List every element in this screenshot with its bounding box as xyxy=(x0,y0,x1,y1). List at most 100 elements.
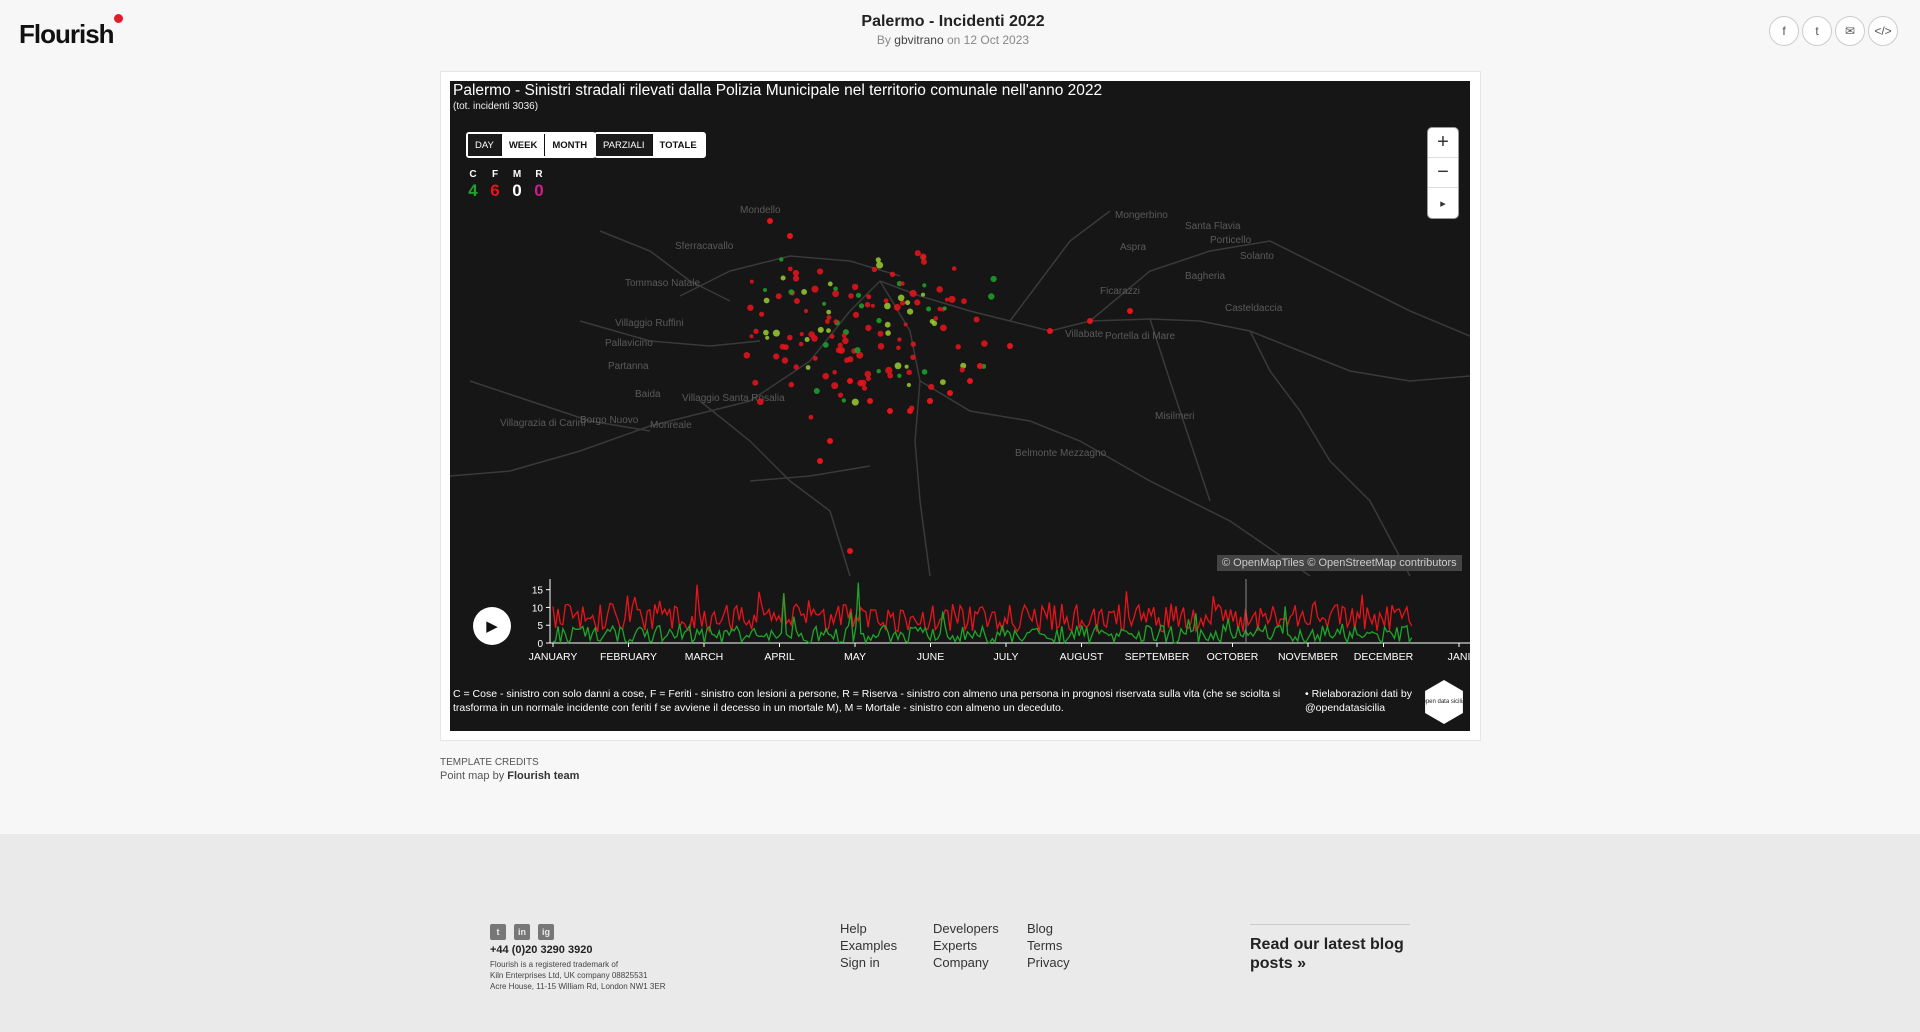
incident-point[interactable] xyxy=(847,378,853,384)
company-link[interactable]: Company xyxy=(933,955,999,970)
terms-link[interactable]: Terms xyxy=(1027,938,1070,953)
incident-point[interactable] xyxy=(825,319,830,324)
incident-point[interactable] xyxy=(876,369,881,374)
incident-point[interactable] xyxy=(822,372,829,380)
incident-point[interactable] xyxy=(749,334,754,339)
incident-point[interactable] xyxy=(940,379,946,385)
incident-point[interactable] xyxy=(919,253,927,261)
incident-point[interactable] xyxy=(961,298,967,305)
incident-point[interactable] xyxy=(876,261,884,269)
incident-point[interactable] xyxy=(951,266,957,271)
incident-point[interactable] xyxy=(973,316,980,323)
incident-point[interactable] xyxy=(928,383,935,390)
incident-point[interactable] xyxy=(822,342,829,348)
incident-point[interactable] xyxy=(852,311,860,318)
data-credit[interactable]: • Rielaborazioni dati by @opendatasicili… xyxy=(1305,687,1415,715)
incident-point[interactable] xyxy=(861,385,868,391)
incident-point[interactable] xyxy=(910,354,916,360)
incident-point[interactable] xyxy=(967,378,973,384)
incident-point[interactable] xyxy=(792,269,799,277)
incident-point[interactable] xyxy=(854,347,861,354)
incident-point[interactable] xyxy=(927,398,933,404)
incident-point[interactable] xyxy=(907,308,914,315)
incident-point[interactable] xyxy=(884,321,891,328)
incident-point[interactable] xyxy=(826,309,832,315)
map-attribution[interactable]: © OpenMapTiles © OpenStreetMap contribut… xyxy=(1217,555,1462,571)
incident-point[interactable] xyxy=(749,279,754,284)
incident-point[interactable] xyxy=(940,324,947,332)
opendatasicilia-logo[interactable]: open data sicilia xyxy=(1425,680,1463,724)
incident-point[interactable] xyxy=(955,344,961,350)
incident-point[interactable] xyxy=(959,367,965,373)
incident-point[interactable] xyxy=(851,398,859,406)
totale-button[interactable]: TOTALE xyxy=(652,134,704,156)
incident-point[interactable] xyxy=(780,275,786,281)
incident-point[interactable] xyxy=(936,286,943,293)
developers-link[interactable]: Developers xyxy=(933,921,999,936)
incident-point[interactable] xyxy=(822,301,827,306)
incident-point[interactable] xyxy=(841,398,846,403)
incident-point[interactable] xyxy=(906,369,912,376)
incident-point[interactable] xyxy=(944,297,949,302)
incident-point[interactable] xyxy=(893,303,901,311)
incident-point[interactable] xyxy=(937,306,942,312)
incident-point[interactable] xyxy=(793,298,800,304)
incident-point[interactable] xyxy=(929,319,935,324)
incident-point[interactable] xyxy=(752,379,759,386)
incident-point[interactable] xyxy=(921,369,928,375)
incident-point[interactable] xyxy=(883,298,889,304)
incident-point[interactable] xyxy=(798,341,804,347)
incident-point[interactable] xyxy=(763,288,767,292)
incident-point[interactable] xyxy=(887,408,893,414)
incident-point[interactable] xyxy=(896,345,901,351)
incident-point[interactable] xyxy=(981,340,988,347)
incident-point[interactable] xyxy=(947,390,953,396)
incident-point[interactable] xyxy=(788,381,795,388)
twitter-share-button[interactable]: t xyxy=(1802,16,1832,46)
week-button[interactable]: WEEK xyxy=(501,134,546,156)
play-button[interactable]: ▶ xyxy=(473,607,511,645)
incident-point[interactable] xyxy=(1087,318,1093,324)
incident-point[interactable] xyxy=(847,356,854,363)
incident-point[interactable] xyxy=(897,294,905,302)
incident-point[interactable] xyxy=(747,304,754,311)
incident-point[interactable] xyxy=(926,306,932,312)
incident-point[interactable] xyxy=(1127,308,1133,314)
incident-point[interactable] xyxy=(920,292,926,297)
incident-point[interactable] xyxy=(922,283,927,288)
incident-point[interactable] xyxy=(894,362,902,370)
linkedin-icon[interactable]: in xyxy=(514,924,530,940)
incident-point[interactable] xyxy=(837,392,844,398)
incident-point[interactable] xyxy=(763,329,769,336)
incident-point[interactable] xyxy=(775,293,782,300)
incident-point[interactable] xyxy=(942,306,947,311)
incident-point[interactable] xyxy=(988,293,995,300)
incident-point[interactable] xyxy=(897,337,902,342)
incident-point[interactable] xyxy=(851,283,859,291)
zoom-in-button[interactable]: + xyxy=(1428,128,1458,158)
incident-point[interactable] xyxy=(977,363,983,369)
incident-point[interactable] xyxy=(867,398,873,404)
incident-point[interactable] xyxy=(808,414,814,420)
incident-point[interactable] xyxy=(847,548,853,554)
incident-point[interactable] xyxy=(907,408,913,414)
month-button[interactable]: MONTH xyxy=(545,134,595,156)
incident-point[interactable] xyxy=(757,398,764,406)
incident-point[interactable] xyxy=(787,233,793,239)
incident-point[interactable] xyxy=(743,352,751,359)
incident-point[interactable] xyxy=(858,303,865,309)
incident-point[interactable] xyxy=(877,330,884,337)
incident-point[interactable] xyxy=(817,268,824,275)
incident-point[interactable] xyxy=(827,281,833,287)
incident-point[interactable] xyxy=(835,347,842,354)
incident-point[interactable] xyxy=(827,438,833,444)
incident-point[interactable] xyxy=(833,319,838,324)
reset-view-button[interactable]: ▸ xyxy=(1428,188,1458,218)
incident-point[interactable] xyxy=(906,382,911,388)
incident-point[interactable] xyxy=(799,332,804,337)
incident-point[interactable] xyxy=(990,275,997,283)
incident-point[interactable] xyxy=(812,356,818,361)
incident-point[interactable] xyxy=(848,293,854,299)
incident-point[interactable] xyxy=(875,257,881,263)
incident-point[interactable] xyxy=(817,458,823,464)
